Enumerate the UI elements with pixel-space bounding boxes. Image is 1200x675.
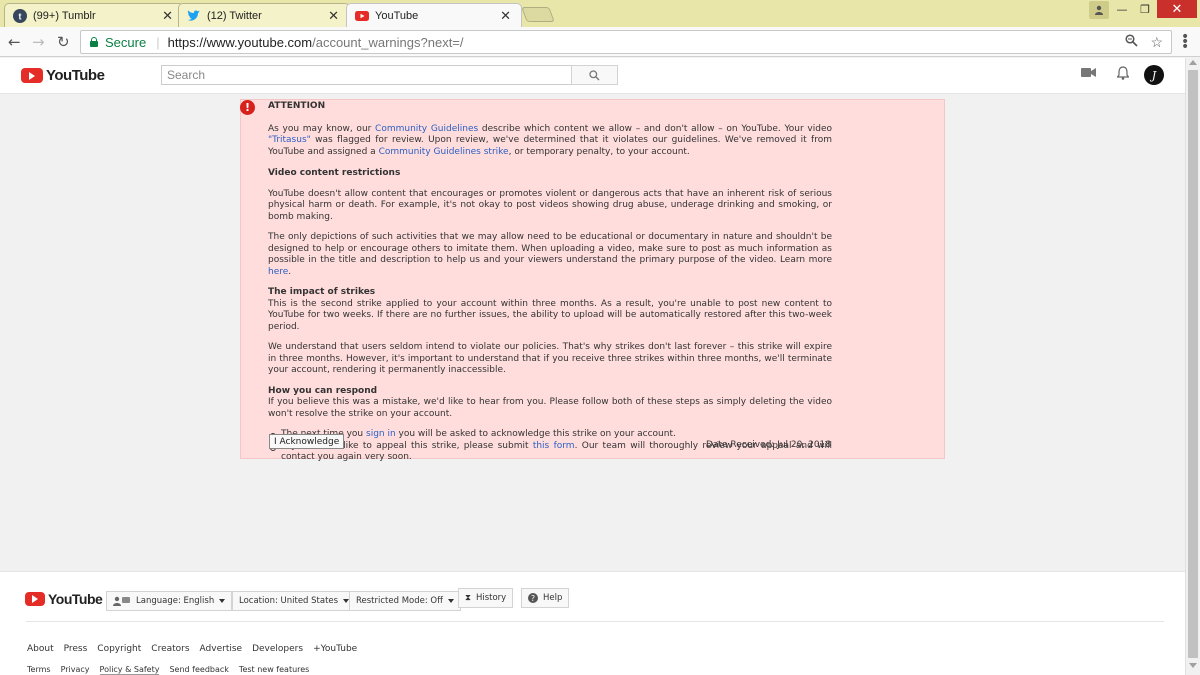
sign-in-link[interactable]: sign in xyxy=(366,429,396,439)
close-icon[interactable]: ✕ xyxy=(500,8,511,24)
location-picker-button[interactable]: Location: United States xyxy=(232,591,357,611)
youtube-play-icon xyxy=(21,68,43,83)
video-restrictions-heading: Video content restrictions xyxy=(268,168,401,178)
url-path: /account_warnings?next=/ xyxy=(312,34,464,50)
lock-icon xyxy=(89,37,99,47)
search-button[interactable] xyxy=(571,65,618,85)
acknowledge-button[interactable]: I Acknowledge xyxy=(269,434,345,449)
history-button[interactable]: ⧗ History xyxy=(458,588,514,608)
tab-label: (99+) Tumblr xyxy=(33,9,96,22)
address-toolbar: ← → ↻ Secure | https://www.youtube.com/a… xyxy=(0,27,1200,57)
scroll-up-icon[interactable] xyxy=(1189,60,1197,65)
alert-exclamation-icon: ! xyxy=(240,100,255,115)
warning-content: ATTENTION As you may know, our Community… xyxy=(268,101,832,464)
divider: | xyxy=(156,34,160,50)
scroll-thumb[interactable] xyxy=(1188,70,1198,658)
url-host: https://www.youtube.com xyxy=(167,34,313,50)
browser-menu-icon[interactable]: • • • xyxy=(1181,30,1189,54)
browser-tab-strip: t (99+) Tumblr ✕ (12) Twitter ✕ YouTube … xyxy=(0,0,1200,27)
appeal-form-link[interactable]: this form xyxy=(533,441,575,451)
footer-link-plus-youtube[interactable]: +YouTube xyxy=(313,644,357,654)
language-icon xyxy=(113,596,130,606)
impact-heading: The impact of strikes xyxy=(268,287,376,297)
tab-youtube[interactable]: YouTube ✕ xyxy=(346,3,522,27)
back-arrow-icon[interactable]: ← xyxy=(8,33,21,51)
page-scrollbar[interactable] xyxy=(1185,58,1200,675)
footer-links-primary: About Press Copyright Creators Advertise… xyxy=(27,644,357,654)
close-icon[interactable]: ✕ xyxy=(162,8,173,24)
avatar[interactable]: J xyxy=(1144,65,1164,85)
impact-paragraph: This is the second strike applied to you… xyxy=(268,298,832,332)
learn-more-link[interactable]: here xyxy=(268,267,288,277)
community-guidelines-link[interactable]: Community Guidelines xyxy=(375,124,478,134)
divider xyxy=(26,621,1164,622)
logo-text: YouTube xyxy=(48,591,103,607)
youtube-logo[interactable]: YouTube xyxy=(21,67,105,84)
footer-links-secondary: Terms Privacy Policy & Safety Send feedb… xyxy=(27,665,309,675)
window-close-icon[interactable]: ✕ xyxy=(1157,0,1197,18)
video-title-link[interactable]: "Tritasus" xyxy=(268,135,311,145)
attention-heading: ATTENTION xyxy=(268,101,326,111)
restricted-mode-button[interactable]: Restricted Mode: Off xyxy=(349,591,461,611)
list-item: The next time you sign in you will be as… xyxy=(268,429,832,441)
hourglass-icon: ⧗ xyxy=(465,593,471,603)
footer-youtube-logo[interactable]: YouTube xyxy=(25,591,103,607)
chevron-down-icon xyxy=(447,599,454,603)
logo-text: YouTube xyxy=(46,67,105,84)
footer-link-copyright[interactable]: Copyright xyxy=(97,644,141,654)
zoom-icon[interactable] xyxy=(1125,34,1139,51)
footer-link-creators[interactable]: Creators xyxy=(151,644,189,654)
youtube-icon xyxy=(355,9,369,23)
tab-label: (12) Twitter xyxy=(207,9,262,22)
account-warning-panel: ! ATTENTION As you may know, our Communi… xyxy=(240,99,945,462)
date-received: Date Received: Jul 20, 2018 xyxy=(705,440,831,450)
twitter-icon xyxy=(187,9,201,23)
depictions-paragraph: The only depictions of such activities t… xyxy=(268,232,832,277)
strike-info-link[interactable]: Community Guidelines strike xyxy=(379,147,509,157)
footer-link-policy-safety[interactable]: Policy & Safety xyxy=(99,665,160,675)
respond-paragraph: If you believe this was a mistake, we'd … xyxy=(268,397,832,419)
intro-paragraph: As you may know, our Community Guideline… xyxy=(268,123,832,157)
search-icon xyxy=(589,69,600,80)
footer-link-about[interactable]: About xyxy=(27,644,54,654)
restore-icon[interactable]: ❐ xyxy=(1134,0,1156,18)
upload-video-icon[interactable] xyxy=(1081,67,1096,82)
language-picker-button[interactable]: Language: English xyxy=(106,591,233,611)
tab-twitter[interactable]: (12) Twitter ✕ xyxy=(178,3,350,27)
help-icon: ? xyxy=(528,593,538,603)
search-input[interactable]: Search xyxy=(161,65,572,85)
youtube-header: YouTube Search J xyxy=(0,58,1185,94)
address-bar[interactable]: Secure | https://www.youtube.com/account… xyxy=(80,30,1172,54)
footer-link-test-features[interactable]: Test new features xyxy=(239,665,309,675)
help-button[interactable]: ? Help xyxy=(521,588,570,608)
user-profile-icon[interactable] xyxy=(1089,1,1109,19)
footer-link-privacy[interactable]: Privacy xyxy=(61,665,90,675)
expiry-paragraph: We understand that users seldom intend t… xyxy=(268,342,832,375)
chevron-down-icon xyxy=(219,599,226,603)
footer-link-advertise[interactable]: Advertise xyxy=(200,644,243,654)
bookmark-star-icon[interactable]: ☆ xyxy=(1150,34,1163,51)
close-icon[interactable]: ✕ xyxy=(328,8,339,24)
svg-text:t: t xyxy=(19,11,22,21)
new-tab-button[interactable] xyxy=(521,7,555,22)
minimize-icon[interactable]: — xyxy=(1111,0,1133,18)
tumblr-icon: t xyxy=(13,8,27,23)
tab-tumblr[interactable]: t (99+) Tumblr ✕ xyxy=(4,3,184,27)
footer-link-developers[interactable]: Developers xyxy=(252,644,303,654)
respond-heading: How you can respond xyxy=(268,385,378,396)
secure-label: Secure xyxy=(105,34,147,50)
footer-link-send-feedback[interactable]: Send feedback xyxy=(169,665,228,675)
notifications-bell-icon[interactable] xyxy=(1116,66,1130,84)
restrictions-paragraph: YouTube doesn't allow content that encou… xyxy=(268,188,832,222)
footer-link-terms[interactable]: Terms xyxy=(27,665,51,675)
tab-label: YouTube xyxy=(375,9,419,22)
forward-arrow-icon[interactable]: → xyxy=(32,33,45,51)
youtube-play-icon xyxy=(25,592,45,606)
page-footer: YouTube Language: English Location: Unit… xyxy=(0,571,1185,675)
reload-icon[interactable]: ↻ xyxy=(57,33,70,51)
scroll-down-icon[interactable] xyxy=(1189,663,1197,668)
footer-link-press[interactable]: Press xyxy=(64,644,88,654)
